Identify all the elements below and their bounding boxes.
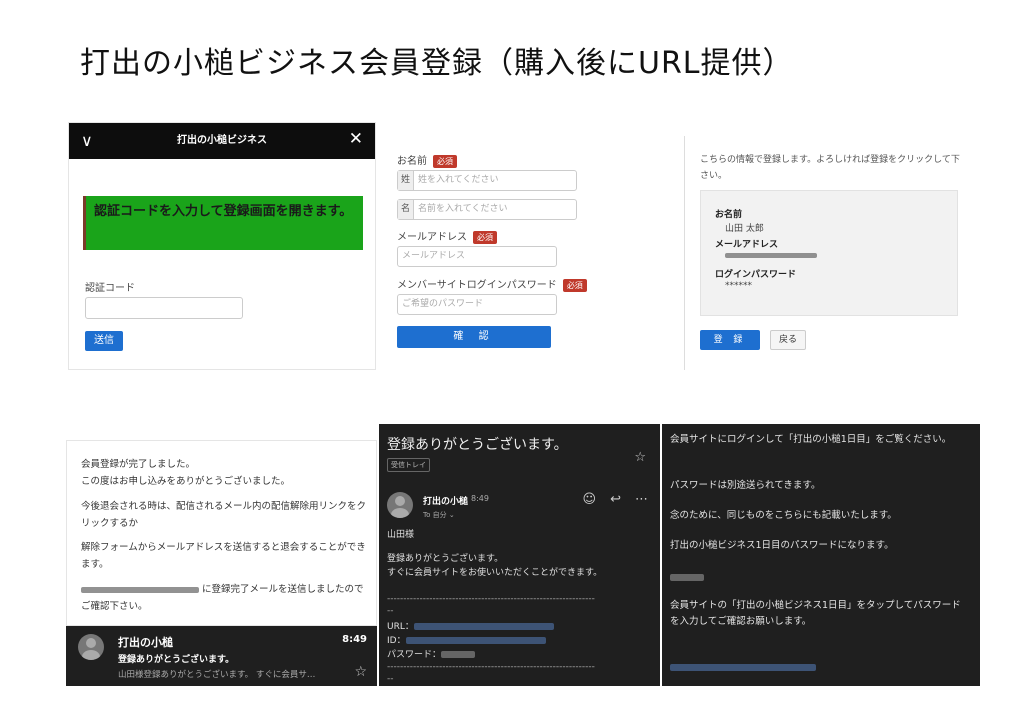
- completion-line: 会員登録が完了しました。: [81, 459, 196, 470]
- divider: ----------------------------------------…: [387, 594, 595, 604]
- emoji-icon[interactable]: ☺: [583, 492, 597, 507]
- star-icon[interactable]: ☆: [634, 450, 646, 465]
- submit-button[interactable]: 送信: [85, 331, 123, 351]
- back-button[interactable]: 戻る: [770, 330, 806, 350]
- password-input[interactable]: ご希望のパスワード: [397, 294, 557, 315]
- email-recipient[interactable]: To 自分 ⌄: [423, 510, 455, 520]
- password-line: パスワード：: [387, 648, 476, 662]
- close-icon[interactable]: ✕: [349, 129, 363, 149]
- last-name-prefix: 姓: [398, 171, 414, 190]
- name-label: お名前 必須: [397, 152, 457, 168]
- redacted-link[interactable]: [670, 660, 970, 676]
- modal-header: ∨ 打出の小槌ビジネス ✕: [69, 123, 375, 159]
- completion-message: 会員登録が完了しました。 この度はお申し込みをありがとうございました。 今後退会…: [66, 440, 377, 626]
- email-label: メールアドレス 必須: [397, 228, 497, 244]
- password-value: ******: [725, 281, 752, 291]
- email-key: メールアドレス: [715, 240, 779, 250]
- id-line: ID：: [387, 634, 546, 648]
- email-value: [725, 251, 817, 261]
- email-sender: 打出の小槌: [423, 497, 469, 507]
- url-line: URL：: [387, 620, 554, 634]
- modal-title: 打出の小槌ビジネス: [177, 135, 267, 146]
- notification-subject: 登録ありがとうございます。: [118, 655, 235, 665]
- last-name-placeholder: 姓を入れてください: [418, 175, 499, 185]
- notification-sender: 打出の小槌: [118, 636, 173, 649]
- divider: ----------------------------------------…: [387, 662, 595, 672]
- email-paragraph: 打出の小槌ビジネス1日目のパスワードになります。: [670, 540, 894, 551]
- mail-notification[interactable]: 打出の小槌 8:49 登録ありがとうございます。 山田様登録ありがとうございます…: [66, 626, 377, 686]
- avatar: [78, 634, 104, 660]
- email-paragraph: パスワードは別途送られてきます。: [670, 480, 821, 491]
- notification-preview: 山田様登録ありがとうございます。 すぐに会員サ…: [118, 670, 316, 680]
- register-button[interactable]: 登 録: [700, 330, 760, 350]
- divider: --: [387, 606, 394, 616]
- auth-code-panel: ∨ 打出の小槌ビジネス ✕ 認証コードを入力して登録画面を開きます。 認証コード…: [68, 122, 376, 370]
- completion-line: 解除フォームからメールアドレスを送信すると退会することができます。: [81, 542, 366, 570]
- email-placeholder: メールアドレス: [402, 251, 466, 261]
- password-key: ログインパスワード: [715, 270, 797, 280]
- password-label: メンバーサイトログインパスワード 必須: [397, 276, 587, 292]
- email-view: 登録ありがとうございます。 受信トレイ ☆ 打出の小槌 8:49 To 自分 ⌄…: [379, 424, 660, 686]
- email-actions: ☺ ↩ ⋯: [569, 492, 648, 507]
- avatar: [387, 492, 413, 518]
- page-title: 打出の小槌ビジネス会員登録（購入後にURL提供）: [80, 46, 794, 81]
- notification-time: 8:49: [342, 634, 367, 645]
- required-badge: 必須: [473, 230, 497, 244]
- confirmation-panel: こちらの情報で登録します。よろしければ登録をクリックして下さい。 お名前 山田 …: [688, 136, 972, 370]
- confirm-button[interactable]: 確 認: [397, 326, 551, 348]
- star-icon[interactable]: ☆: [354, 664, 367, 680]
- confirm-intro: こちらの情報で登録します。よろしければ登録をクリックして下さい。: [700, 155, 960, 182]
- email-subject: 登録ありがとうございます。: [387, 437, 568, 453]
- auth-code-label: 認証コード: [85, 283, 135, 294]
- required-badge: 必須: [562, 278, 587, 292]
- last-name-input[interactable]: 姓姓を入れてください: [397, 170, 577, 191]
- first-name-input[interactable]: 名名前を入れてください: [397, 199, 577, 220]
- name-value: 山田 太郎: [725, 224, 764, 234]
- email-body-line: 登録ありがとうございます。: [387, 554, 504, 564]
- password-placeholder: ご希望のパスワード: [402, 299, 484, 309]
- first-name-prefix: 名: [398, 200, 414, 219]
- required-badge: 必須: [433, 154, 457, 168]
- email-paragraph: 会員サイトにログインして「打出の小槌1日目」をご覧ください。: [670, 434, 952, 445]
- registration-form: お名前 必須 姓姓を入れてください 名名前を入れてください メールアドレス 必須 メ…: [382, 136, 685, 370]
- confirm-summary: お名前 山田 太郎 メールアドレス ログインパスワード ******: [700, 190, 958, 316]
- completion-line: に登録完了メールを送信しましたのでご確認下さい。: [81, 584, 364, 612]
- email-paragraph: 会員サイトの「打出の小槌ビジネス1日目」をタップしてパスワードを入力してご確認お…: [670, 600, 961, 628]
- auth-code-input[interactable]: [85, 297, 243, 319]
- redacted-password: [670, 570, 970, 586]
- auth-banner: 認証コードを入力して登録画面を開きます。: [83, 196, 363, 250]
- email-time: 8:49: [471, 494, 489, 503]
- email-paragraph: 念のために、同じものをこちらにも記載いたします。: [670, 510, 897, 521]
- first-name-placeholder: 名前を入れてください: [418, 204, 508, 214]
- completion-line: この度はお申し込みをありがとうございました。: [81, 476, 291, 487]
- divider: --: [387, 674, 394, 684]
- email-input[interactable]: メールアドレス: [397, 246, 557, 267]
- reply-icon[interactable]: ↩: [610, 492, 621, 507]
- email-greeting: 山田様: [387, 530, 415, 540]
- email-continued: 会員サイトにログインして「打出の小槌1日目」をご覧ください。 パスワードは別途送…: [662, 424, 980, 686]
- email-body-line: すぐに会員サイトをお使いいただくことができます。: [387, 568, 603, 578]
- completion-panel: 会員登録が完了しました。 この度はお申し込みをありがとうございました。 今後退会…: [66, 440, 377, 686]
- more-icon[interactable]: ⋯: [635, 492, 648, 507]
- name-key: お名前: [715, 210, 743, 220]
- inbox-label[interactable]: 受信トレイ: [387, 458, 430, 472]
- completion-line: 今後退会される時は、配信されるメール内の配信解除用リンクをクリックするか: [81, 501, 367, 529]
